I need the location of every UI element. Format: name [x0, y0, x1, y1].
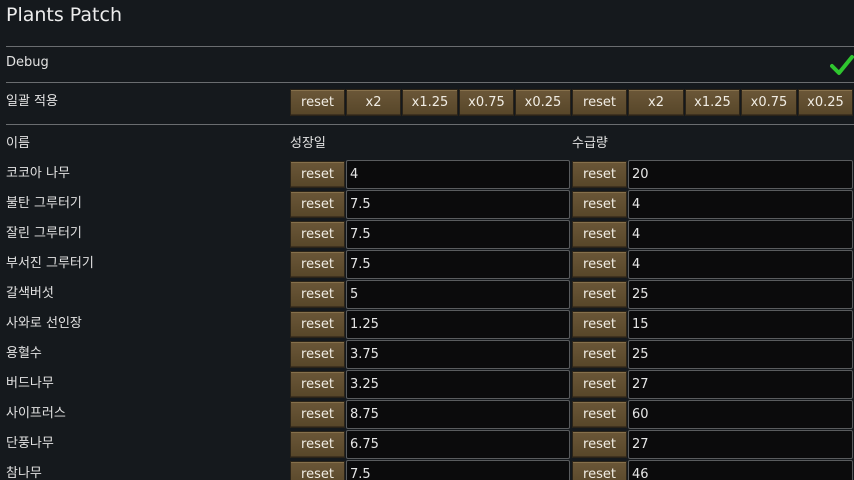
bulk-harvest-x0.25-button[interactable]: x0.25 — [798, 89, 853, 116]
bulk-harvest-reset-button[interactable]: reset — [572, 89, 627, 116]
harvest-reset-button[interactable]: reset — [572, 341, 627, 368]
plant-name: 갈색버섯 — [6, 286, 54, 301]
harvest-reset-button[interactable]: reset — [572, 191, 627, 218]
growth-reset-button[interactable]: reset — [290, 431, 345, 458]
growth-days-input[interactable]: 8.75 — [346, 400, 570, 429]
growth-reset-button[interactable]: reset — [290, 401, 345, 428]
debug-label: Debug — [6, 55, 49, 70]
column-header-name: 이름 — [6, 136, 30, 151]
growth-reset-button[interactable]: reset — [290, 461, 345, 480]
harvest-yield-input[interactable]: 4 — [628, 190, 853, 219]
growth-days-input[interactable]: 7.5 — [346, 220, 570, 249]
divider — [6, 46, 854, 47]
bulk-growth-x0.75-button[interactable]: x0.75 — [459, 89, 514, 116]
growth-days-input[interactable]: 7.5 — [346, 190, 570, 219]
plant-name: 버드나무 — [6, 376, 54, 391]
harvest-yield-input[interactable]: 25 — [628, 340, 853, 369]
harvest-yield-input[interactable]: 15 — [628, 310, 853, 339]
plant-name: 불탄 그루터기 — [6, 196, 82, 211]
plant-name: 사와로 선인장 — [6, 316, 82, 331]
harvest-yield-input[interactable]: 60 — [628, 400, 853, 429]
plant-name: 잘린 그루터기 — [6, 226, 82, 241]
bulk-harvest-x2-button[interactable]: x2 — [628, 89, 684, 116]
divider — [6, 124, 854, 125]
harvest-yield-input[interactable]: 27 — [628, 430, 853, 459]
bulk-growth-x1.25-button[interactable]: x1.25 — [402, 89, 458, 116]
bulk-harvest-x0.75-button[interactable]: x0.75 — [741, 89, 797, 116]
harvest-yield-input[interactable]: 46 — [628, 460, 853, 480]
harvest-reset-button[interactable]: reset — [572, 401, 627, 428]
harvest-reset-button[interactable]: reset — [572, 311, 627, 338]
bulk-growth-x0.25-button[interactable]: x0.25 — [515, 89, 571, 116]
harvest-yield-input[interactable]: 25 — [628, 280, 853, 309]
harvest-reset-button[interactable]: reset — [572, 251, 627, 278]
growth-reset-button[interactable]: reset — [290, 161, 345, 188]
divider — [6, 82, 854, 83]
growth-reset-button[interactable]: reset — [290, 371, 345, 398]
growth-days-input[interactable]: 3.25 — [346, 370, 570, 399]
harvest-yield-input[interactable]: 27 — [628, 370, 853, 399]
harvest-yield-input[interactable]: 4 — [628, 220, 853, 249]
plant-name: 단풍나무 — [6, 436, 54, 451]
column-header-harvest: 수급량 — [572, 136, 608, 151]
harvest-reset-button[interactable]: reset — [572, 161, 627, 188]
growth-days-input[interactable]: 3.75 — [346, 340, 570, 369]
growth-reset-button[interactable]: reset — [290, 341, 345, 368]
growth-days-input[interactable]: 6.75 — [346, 430, 570, 459]
plant-name: 사이프러스 — [6, 406, 66, 421]
harvest-yield-input[interactable]: 4 — [628, 250, 853, 279]
bulk-apply-label: 일괄 적용 — [6, 94, 58, 109]
growth-days-input[interactable]: 7.5 — [346, 460, 570, 480]
harvest-reset-button[interactable]: reset — [572, 431, 627, 458]
harvest-reset-button[interactable]: reset — [572, 221, 627, 248]
bulk-growth-x2-button[interactable]: x2 — [346, 89, 401, 116]
plant-name: 코코아 나무 — [6, 166, 70, 181]
harvest-reset-button[interactable]: reset — [572, 461, 627, 480]
growth-days-input[interactable]: 7.5 — [346, 250, 570, 279]
growth-reset-button[interactable]: reset — [290, 281, 345, 308]
growth-days-input[interactable]: 4 — [346, 160, 570, 189]
bulk-growth-reset-button[interactable]: reset — [290, 89, 345, 116]
page-title: Plants Patch — [6, 4, 122, 26]
growth-days-input[interactable]: 5 — [346, 280, 570, 309]
growth-days-input[interactable]: 1.25 — [346, 310, 570, 339]
checkmark-icon[interactable] — [830, 54, 854, 76]
growth-reset-button[interactable]: reset — [290, 191, 345, 218]
harvest-reset-button[interactable]: reset — [572, 371, 627, 398]
plant-name: 용혈수 — [6, 346, 42, 361]
growth-reset-button[interactable]: reset — [290, 311, 345, 338]
growth-reset-button[interactable]: reset — [290, 221, 345, 248]
harvest-reset-button[interactable]: reset — [572, 281, 627, 308]
bulk-harvest-x1.25-button[interactable]: x1.25 — [685, 89, 740, 116]
column-header-growth: 성장일 — [290, 136, 326, 151]
plant-name: 부서진 그루터기 — [6, 256, 94, 271]
plant-name: 참나무 — [6, 466, 42, 480]
harvest-yield-input[interactable]: 20 — [628, 160, 853, 189]
growth-reset-button[interactable]: reset — [290, 251, 345, 278]
